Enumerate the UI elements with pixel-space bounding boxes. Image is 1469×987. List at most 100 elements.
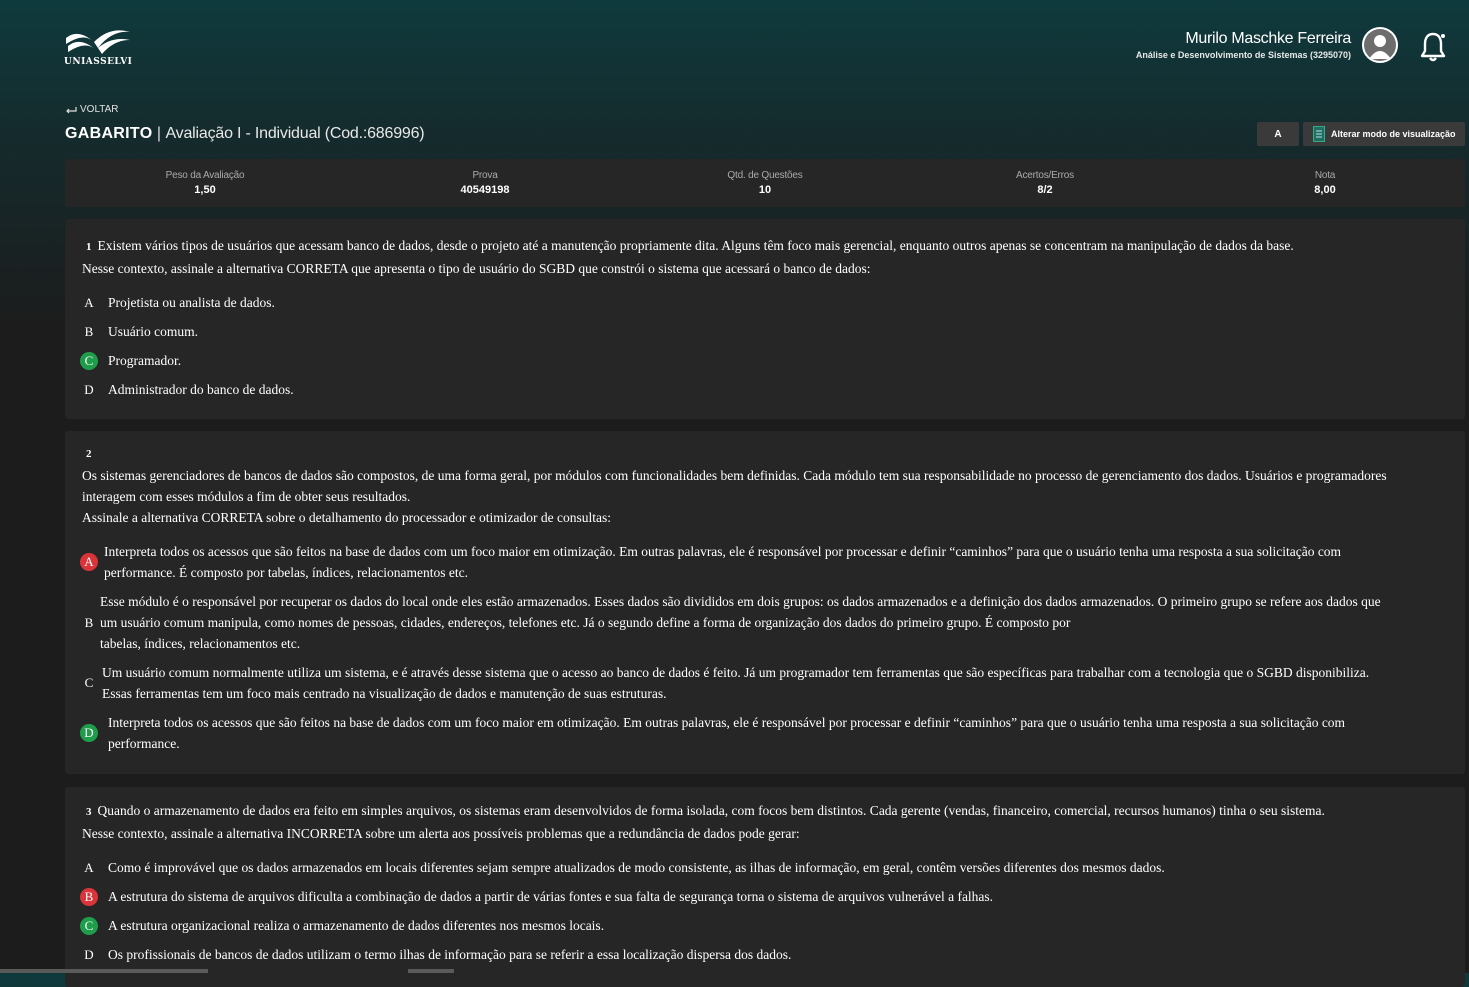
stat-value: 8,00	[1314, 184, 1336, 196]
stat-value: 1,50	[194, 184, 216, 196]
question-line: Os sistemas gerenciadores de bancos de d…	[82, 468, 1387, 483]
stat-score-ratio: Acertos/Erros 8/2	[905, 159, 1185, 207]
question-number: 1	[86, 241, 92, 253]
correct-answer-badge: D	[80, 724, 98, 742]
option-line: um usuário comum manipula, como nomes de…	[100, 615, 1071, 630]
option-c: C Um usuário comum normalmente utiliza u…	[80, 662, 1451, 704]
stat-label: Acertos/Erros	[1016, 170, 1074, 181]
option-c: C Programador.	[80, 350, 1451, 371]
option-c: C A estrutura organizacional realiza o a…	[80, 915, 1451, 936]
correct-answer-badge: C	[80, 351, 98, 370]
avatar[interactable]	[1362, 27, 1398, 63]
option-letter: D	[84, 946, 94, 962]
option-b: B Usuário comum.	[80, 321, 1451, 342]
option-b: B A estrutura do sistema de arquivos dif…	[80, 886, 1451, 907]
option-letter: B	[84, 614, 94, 630]
stat-label: Peso da Avaliação	[165, 170, 245, 181]
bell-icon	[1420, 32, 1446, 62]
question-text: 3 Quando o armazenamento de dados era fei…	[82, 800, 1451, 844]
option-d: D Interpreta todos os acessos que são fe…	[80, 712, 1451, 754]
option-a: A Interpreta todos os acessos que são fe…	[80, 541, 1451, 583]
stat-value: 10	[758, 184, 772, 196]
question-line: interagem com esses módulos a fim de obt…	[82, 489, 411, 504]
question-text: 2 Os sistemas gerenciadores de bancos de…	[82, 442, 1451, 528]
question-number: 2	[86, 448, 92, 460]
stat-value: 8/2	[1037, 184, 1053, 196]
stat-label: Qtd. de Questões	[727, 170, 803, 181]
option-letter: C	[84, 675, 94, 690]
option-a: A Projetista ou analista de dados.	[80, 292, 1451, 313]
user-avatar-icon	[1364, 29, 1396, 61]
option-letter: D	[84, 381, 94, 397]
stat-value: 40549198	[460, 184, 510, 196]
user-info: Murilo Maschke Ferreira Análise e Desenv…	[1136, 30, 1351, 60]
option-text: Como é improvável que os dados armazenad…	[108, 860, 1165, 875]
question-text: 1 Existem vários tipos de usuários que ac…	[82, 235, 1451, 279]
option-text: Esse módulo é o responsável por recupera…	[100, 591, 1381, 654]
option-text: Um usuário comum normalmente utiliza um …	[102, 662, 1369, 704]
stat-exam: Prova 40549198	[345, 159, 625, 207]
question-line: Assinale a alternativa CORRETA sobre o d…	[82, 510, 612, 525]
option-line: performance.	[108, 736, 180, 751]
title-separator: |	[152, 125, 166, 142]
user-name: Murilo Maschke Ferreira	[1185, 30, 1351, 47]
option-letter: A	[84, 294, 94, 310]
option-text: Projetista ou analista de dados.	[108, 295, 275, 310]
question-line: Quando o armazenamento de dados era feit…	[97, 803, 1325, 818]
stat-label: Nota	[1314, 170, 1336, 181]
option-line: Esse módulo é o responsável por recupera…	[100, 594, 1381, 609]
option-a: A Como é improvável que os dados armazen…	[80, 857, 1451, 878]
option-text: Os profissionais de bancos de dados util…	[108, 947, 792, 962]
correct-answer-badge: C	[80, 916, 98, 935]
option-line: Interpreta todos os acessos que são feit…	[104, 544, 1342, 559]
horizontal-scrollbar[interactable]	[0, 969, 208, 973]
option-text: A estrutura do sistema de arquivos dific…	[108, 889, 994, 904]
question-card-2: 2 Os sistemas gerenciadores de bancos de…	[65, 431, 1465, 774]
notifications-button[interactable]	[1419, 31, 1447, 63]
wrong-answer-badge: B	[80, 887, 98, 906]
logo-wings-icon	[66, 30, 130, 54]
document-icon	[1313, 126, 1325, 142]
stat-weight: Peso da Avaliação 1,50	[65, 159, 345, 207]
view-mode-button[interactable]: Alterar modo de visualização	[1303, 122, 1465, 146]
back-link[interactable]: VOLTAR	[65, 104, 119, 115]
option-line: Essas ferramentas tem um foco mais centr…	[102, 686, 667, 701]
option-text: Interpreta todos os acessos que são feit…	[104, 541, 1341, 583]
title-bold: GABARITO	[65, 125, 153, 142]
logo-text: UNIASSELVI	[64, 57, 133, 67]
question-line: Existem vários tipos de usuários que ace…	[97, 238, 1294, 253]
option-text: Interpreta todos os acessos que são feit…	[108, 712, 1345, 754]
font-size-button[interactable]: A	[1257, 122, 1299, 146]
option-b: B Esse módulo é o responsável por recupe…	[80, 591, 1451, 654]
user-course: Análise e Desenvolvimento de Sistemas (3…	[1135, 50, 1351, 60]
view-mode-label: Alterar modo de visualização	[1331, 129, 1456, 139]
exam-summary: Peso da Avaliação 1,50 Prova 40549198 Qt…	[65, 159, 1465, 207]
question-card-1: 1 Existem vários tipos de usuários que ac…	[65, 219, 1465, 419]
question-line: Nesse contexto, assinale a alternativa I…	[82, 826, 800, 841]
option-letter: A	[84, 859, 94, 875]
option-text: Programador.	[108, 353, 182, 368]
option-text: A estrutura organizacional realiza o arm…	[108, 918, 605, 933]
stat-questions: Qtd. de Questões 10	[625, 159, 905, 207]
stat-grade: Nota 8,00	[1185, 159, 1465, 207]
option-line: performance. É composto por tabelas, índ…	[104, 565, 468, 580]
scrollbar-thumb[interactable]	[408, 969, 454, 973]
option-line: Um usuário comum normalmente utiliza um …	[102, 665, 1370, 680]
option-text: Administrador do banco de dados.	[108, 382, 294, 397]
title-rest: Avaliação I - Individual (Cod.:686996)	[165, 125, 425, 142]
uniasselvi-logo[interactable]: UNIASSELVI	[64, 26, 134, 70]
page-title: GABARITO | Avaliação I - Individual (Cod…	[65, 125, 425, 143]
option-line: tabelas, índices, relacionamentos etc.	[100, 636, 301, 651]
wrong-answer-badge: A	[80, 553, 98, 571]
option-d: D Os profissionais de bancos de dados ut…	[80, 944, 1451, 965]
question-number: 3	[86, 806, 92, 818]
option-letter: B	[84, 323, 94, 339]
back-arrow-icon	[66, 106, 77, 113]
question-line: Nesse contexto, assinale a alternativa C…	[82, 261, 871, 276]
stat-label: Prova	[472, 170, 498, 181]
option-line: Interpreta todos os acessos que são feit…	[108, 715, 1346, 730]
question-card-3: 3 Quando o armazenamento de dados era fei…	[65, 787, 1465, 987]
option-text: Usuário comum.	[108, 324, 198, 339]
back-label: VOLTAR	[80, 104, 119, 115]
option-d: D Administrador do banco de dados.	[80, 379, 1451, 400]
